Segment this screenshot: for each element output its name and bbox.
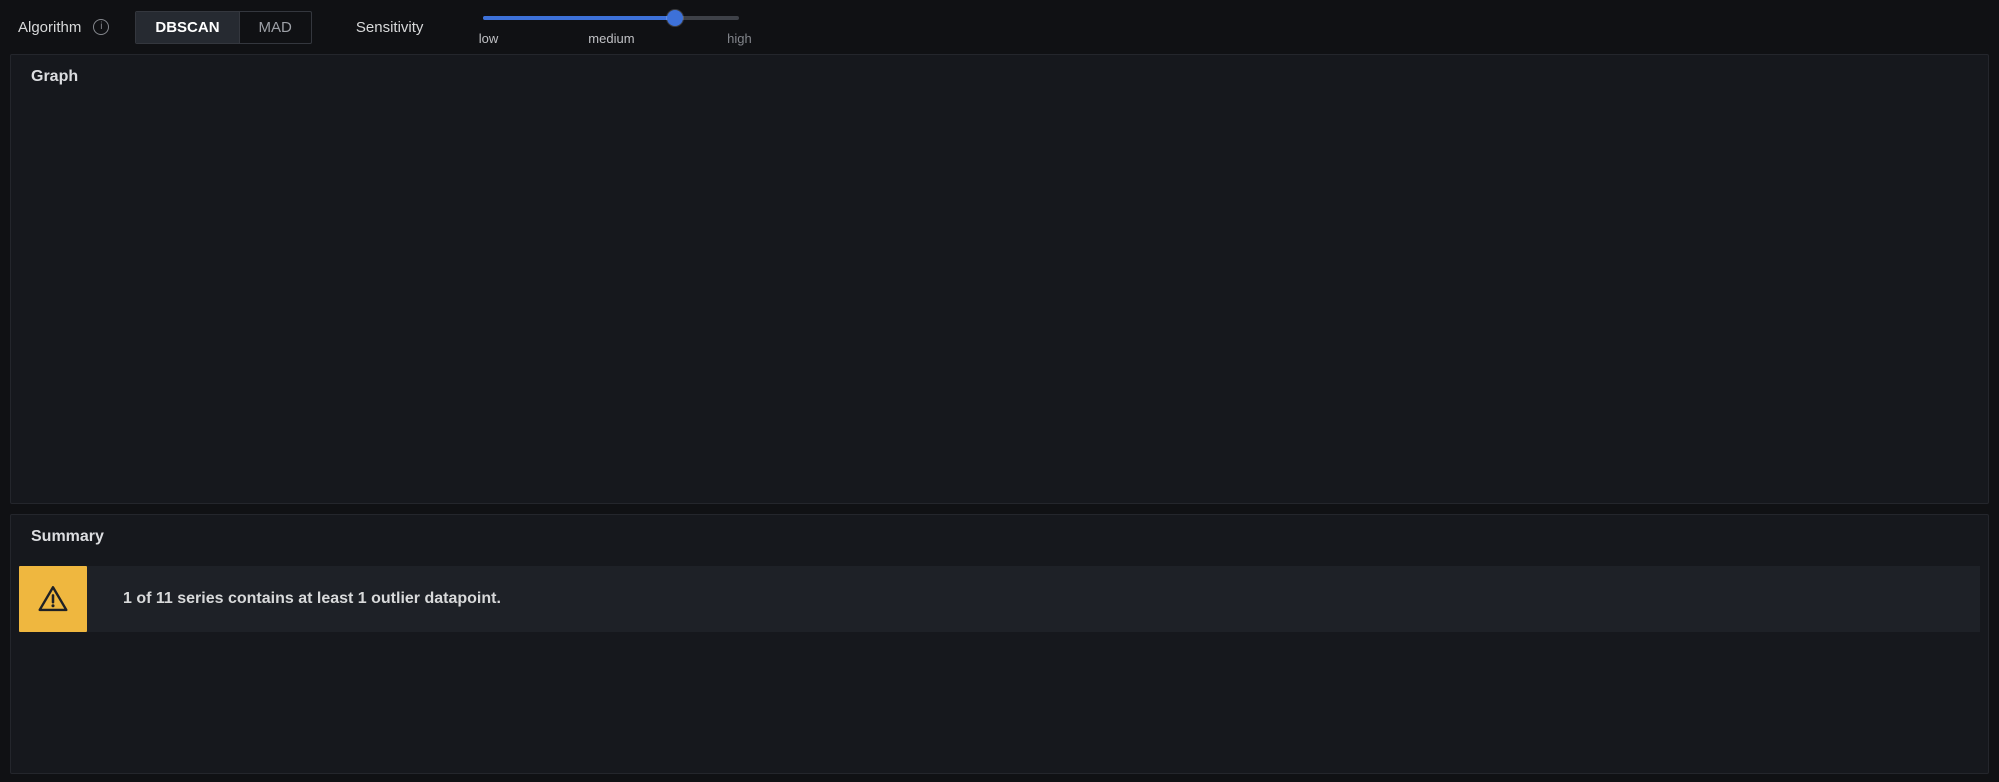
- slider-label-medium: medium: [588, 31, 634, 46]
- slider-handle[interactable]: [667, 10, 683, 26]
- toolbar: Algorithm i DBSCAN MAD Sensitivity low m…: [0, 0, 1999, 54]
- alert-text: 1 of 11 series contains at least 1 outli…: [123, 590, 501, 608]
- mad-button[interactable]: MAD: [239, 12, 311, 43]
- outlier-alert: 1 of 11 series contains at least 1 outli…: [19, 566, 1980, 632]
- algorithm-toggle-group: DBSCAN MAD: [135, 11, 312, 44]
- slider-track[interactable]: [483, 16, 739, 20]
- timeseries-chart[interactable]: [11, 99, 311, 249]
- summary-panel-title: Summary: [11, 515, 1988, 546]
- dbscan-button[interactable]: DBSCAN: [136, 12, 238, 43]
- slider-label-high: high: [727, 31, 752, 46]
- sensitivity-slider[interactable]: low medium high: [483, 4, 739, 52]
- graph-panel: Graph: [10, 54, 1989, 504]
- warning-icon: [19, 566, 87, 632]
- graph-panel-title: Graph: [11, 55, 1988, 86]
- summary-panel: Summary 1 of 11 series contains at least…: [10, 514, 1989, 774]
- slider-fill: [483, 16, 675, 20]
- slider-label-low: low: [479, 31, 499, 46]
- info-icon[interactable]: i: [93, 19, 109, 35]
- algorithm-label: Algorithm: [18, 19, 81, 36]
- outlier-detection-page: Algorithm i DBSCAN MAD Sensitivity low m…: [0, 0, 1999, 782]
- chart-area: [11, 99, 1988, 503]
- sensitivity-label: Sensitivity: [356, 19, 424, 36]
